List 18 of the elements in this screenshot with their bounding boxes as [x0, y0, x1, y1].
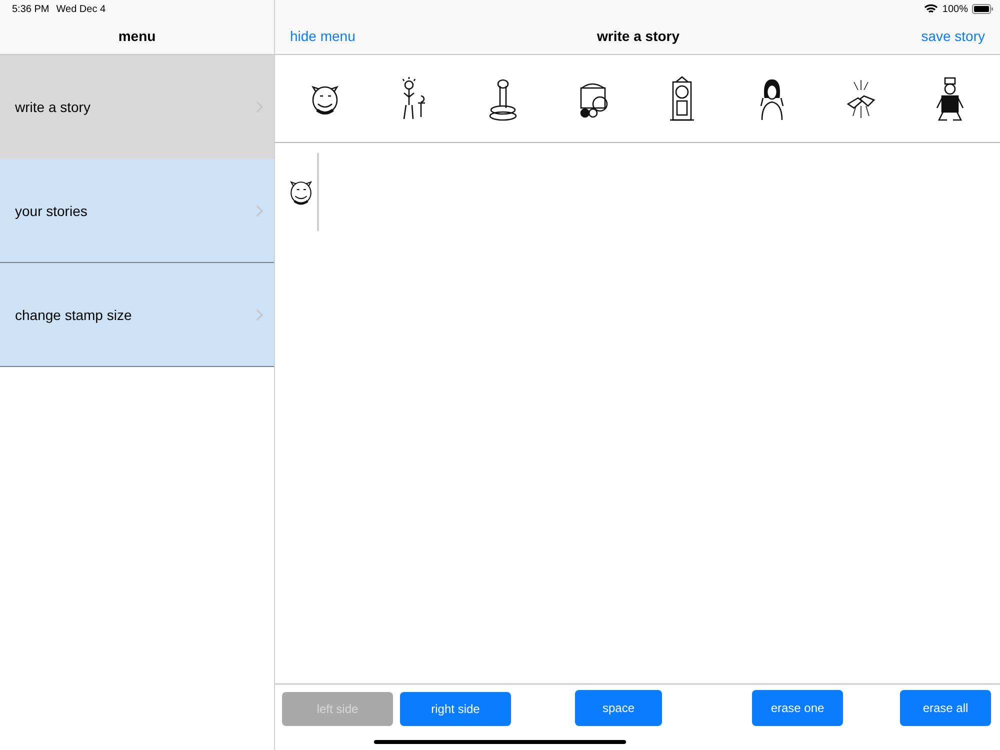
status-time: 5:36 PM	[12, 4, 50, 14]
page-title: write a story	[597, 28, 680, 44]
menu-item[interactable]: write a story	[0, 55, 274, 159]
battery-percent: 100%	[942, 4, 968, 14]
chevron-icon	[256, 308, 263, 320]
menu-item[interactable]: change stamp size	[0, 263, 274, 367]
battery-icon	[972, 4, 994, 14]
menu-item[interactable]: your stories	[0, 159, 274, 263]
save-story-link[interactable]: save story	[921, 28, 985, 44]
toolbar-button[interactable]: right side	[400, 692, 511, 726]
toolbar-button[interactable]: erase one	[752, 690, 843, 726]
status-date: Wed Dec 4	[56, 4, 106, 14]
wifi-icon	[924, 4, 938, 14]
menu-title: menu	[118, 28, 156, 44]
chevron-icon	[256, 204, 263, 216]
hide-menu-link[interactable]: hide menu	[290, 28, 356, 44]
toolbar-button[interactable]: erase all	[900, 690, 991, 726]
toolbar-button[interactable]: space	[575, 690, 662, 726]
